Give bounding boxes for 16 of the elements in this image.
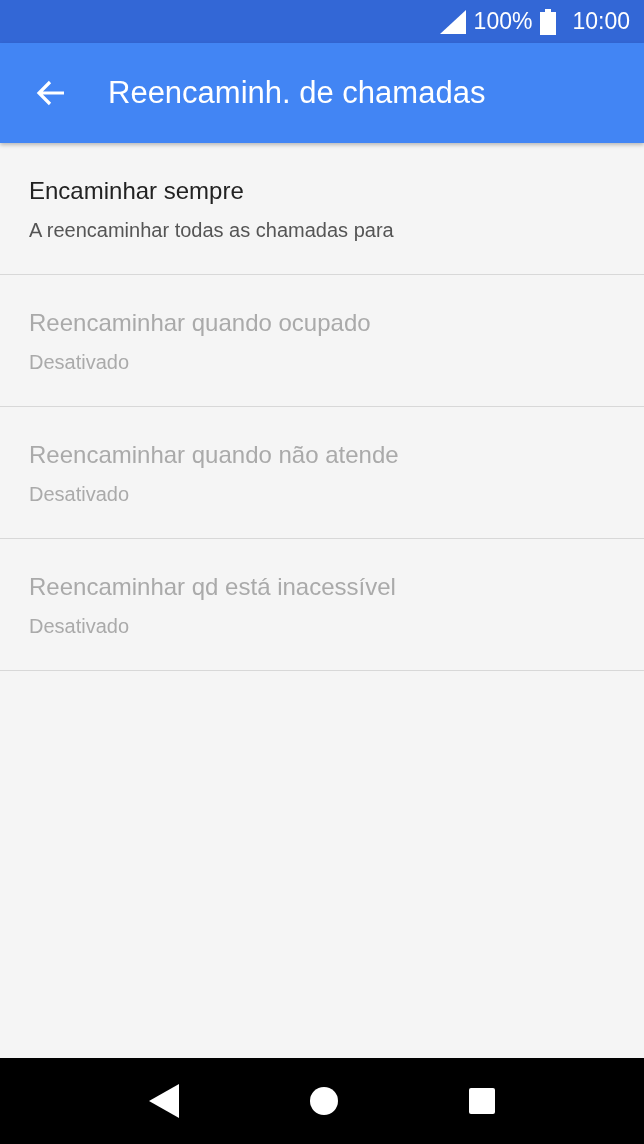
item-title: Reencaminhar quando não atende [29,439,400,470]
signal-icon [439,9,466,34]
screen-title: Reencaminh. de chamadas [108,73,486,112]
battery-percentage: 100% [473,7,533,37]
item-title: Reencaminhar qd está inacessível [29,571,397,602]
battery-icon [540,8,557,35]
item-summary: A reencaminhar todas as chamadas para [29,217,395,243]
settings-item[interactable]: Encaminhar sempre A reencaminhar todas as chamadas para [0,143,644,275]
item-summary: Desativado [29,481,131,507]
item-summary: Desativado [29,349,131,375]
item-summary: Desativado [29,613,131,639]
home-icon[interactable] [309,1086,339,1116]
item-title: Reencaminhar quando ocupado [29,307,372,338]
clock: 10:00 [572,7,630,37]
item-title: Encaminhar sempre [29,175,245,206]
back-icon[interactable] [149,1084,179,1118]
